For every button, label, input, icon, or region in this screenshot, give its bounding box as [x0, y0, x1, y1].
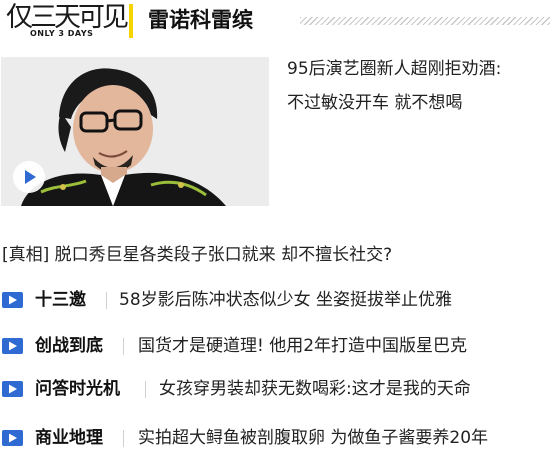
- divider: [123, 430, 124, 447]
- decorative-hatch: [300, 17, 550, 25]
- title-accent-bar: [129, 4, 133, 38]
- list-item[interactable]: 商业地理 实拍超大鲟鱼被剖腹取卵 为做鱼子酱要养20年: [0, 421, 553, 455]
- list-item-category[interactable]: 创战到底: [35, 332, 103, 360]
- header: 仅三天可见 ONLY 3 DAYS 雷诺科雷缤: [0, 0, 553, 44]
- list-item-title[interactable]: 国货才是硬道理! 他用2年打造中国版星巴克: [138, 332, 467, 360]
- list-item-title[interactable]: 实拍超大鲟鱼被剖腹取卵 为做鱼子酱要养20年: [138, 424, 488, 452]
- play-icon: [25, 170, 36, 184]
- list-item[interactable]: 十三邀 58岁影后陈冲状态似少女 坐姿挺拔举止优雅: [0, 283, 553, 317]
- list-item[interactable]: 创战到底 国货才是硬道理! 他用2年打造中国版星巴克: [0, 329, 553, 363]
- video-icon: [2, 292, 23, 308]
- divider: [123, 338, 124, 355]
- section-title[interactable]: 雷诺科雷缤: [148, 5, 253, 35]
- featured-title-link[interactable]: 95后演艺圈新人超刚拒劝酒: 不过敏没开车 就不想喝: [287, 52, 549, 120]
- video-icon: [2, 338, 23, 354]
- logo-subtitle: ONLY 3 DAYS: [28, 29, 96, 38]
- video-icon: [2, 430, 23, 446]
- list-item-title[interactable]: 58岁影后陈冲状态似少女 坐姿挺拔举止优雅: [119, 286, 452, 314]
- play-button[interactable]: [13, 161, 45, 193]
- featured-video-thumbnail[interactable]: [1, 57, 269, 206]
- list-item-title[interactable]: 女孩穿男装却获无数喝彩:这才是我的天命: [159, 375, 471, 403]
- divider: [106, 292, 107, 309]
- video-icon: [2, 381, 23, 397]
- list-item-category[interactable]: 商业地理: [35, 424, 103, 452]
- headline-link[interactable]: [真相] 脱口秀巨星各类段子张口就来 却不擅长社交?: [2, 241, 392, 269]
- list-item-category[interactable]: 问答时光机: [35, 375, 120, 403]
- divider: [145, 381, 146, 398]
- featured-title-line2: 不过敏没开车 就不想喝: [287, 93, 463, 113]
- list-item-category[interactable]: 十三邀: [35, 286, 86, 314]
- site-logo[interactable]: 仅三天可见 ONLY 3 DAYS: [6, 2, 129, 40]
- featured-title-line1: 95后演艺圈新人超刚拒劝酒:: [287, 59, 502, 79]
- list-item[interactable]: 问答时光机 女孩穿男装却获无数喝彩:这才是我的天命: [0, 372, 553, 406]
